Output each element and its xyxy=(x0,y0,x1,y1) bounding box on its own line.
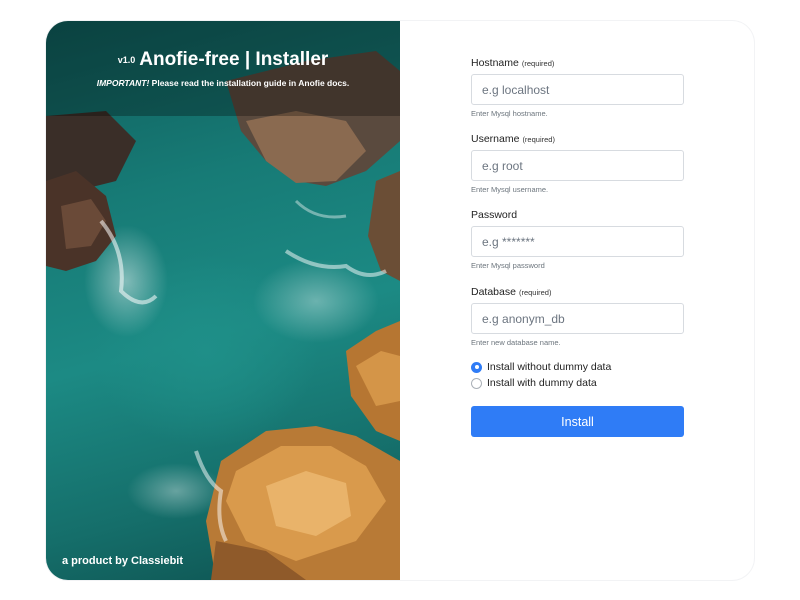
password-field-group: Password Enter Mysql password xyxy=(471,208,684,271)
product-credit: a product by Classiebit xyxy=(62,555,184,567)
password-input[interactable] xyxy=(471,226,684,257)
username-label: Username (required) xyxy=(471,133,555,145)
notice-emphasis: IMPORTANT! xyxy=(96,78,150,88)
database-help: Enter new database name. xyxy=(471,338,561,347)
install-button[interactable]: Install xyxy=(471,406,684,437)
option-label: Install without dummy data xyxy=(487,361,612,373)
required-badge: (required) xyxy=(521,59,555,68)
password-label: Password xyxy=(471,209,518,221)
username-help: Enter Mysql username. xyxy=(471,185,549,194)
option-label: Install with dummy data xyxy=(487,377,597,389)
hostname-help: Enter Mysql hostname. xyxy=(471,109,548,118)
required-badge: (required) xyxy=(522,135,555,144)
hero-panel: v1.0 Anofie-free | Installer IMPORTANT! P… xyxy=(46,21,400,580)
app-title: v1.0 Anofie-free | Installer xyxy=(46,49,400,71)
username-field-group: Username(required) Enter Mysql username. xyxy=(471,132,684,195)
installer-card: v1.0 Anofie-free | Installer IMPORTANT! P… xyxy=(46,21,754,580)
database-field-group: Database(required) Enter new database na… xyxy=(471,285,684,348)
username-input[interactable] xyxy=(471,150,684,181)
version-label: v1.0 xyxy=(117,55,136,65)
hostname-label: Hostname (required) xyxy=(471,57,555,69)
hostname-input[interactable] xyxy=(471,74,684,105)
password-help: Enter Mysql password xyxy=(471,261,545,270)
install-notice: IMPORTANT! Please read the installation … xyxy=(46,78,400,88)
database-input[interactable] xyxy=(471,303,684,334)
radio-unchecked-icon[interactable] xyxy=(471,377,482,389)
radio-checked-icon[interactable] xyxy=(471,361,482,373)
option-without-dummy-data[interactable]: Install without dummy data xyxy=(471,360,611,374)
hostname-field-group: Hostname(required) Enter Mysql hostname. xyxy=(471,56,684,119)
app-name: Anofie-free | Installer xyxy=(139,49,329,70)
option-with-dummy-data[interactable]: Install with dummy data xyxy=(471,376,597,390)
notice-text: Please read the installation guide in An… xyxy=(151,78,350,88)
database-label: Database (required) xyxy=(471,286,552,298)
required-badge: (required) xyxy=(518,288,552,297)
